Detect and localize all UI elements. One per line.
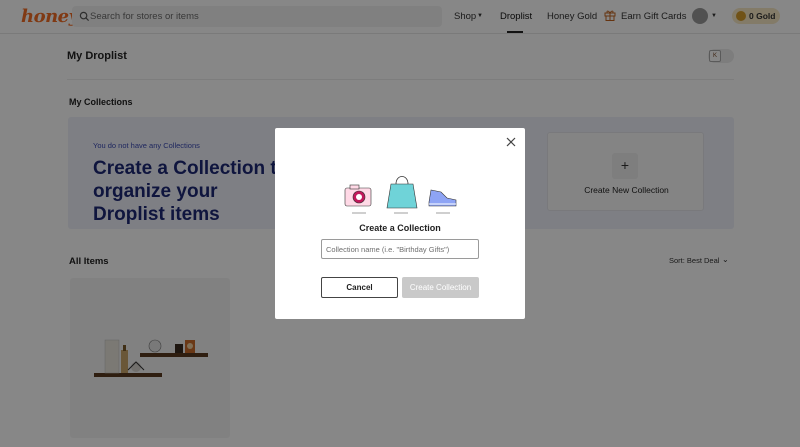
create-collection-modal: Create a Collection Cancel Create Collec…	[275, 128, 525, 319]
modal-title: Create a Collection	[359, 223, 441, 233]
create-collection-button[interactable]: Create Collection	[402, 277, 479, 298]
cancel-button[interactable]: Cancel	[321, 277, 398, 298]
collection-illustration	[344, 176, 457, 214]
close-icon[interactable]	[505, 136, 517, 148]
collection-name-input[interactable]	[321, 239, 479, 259]
